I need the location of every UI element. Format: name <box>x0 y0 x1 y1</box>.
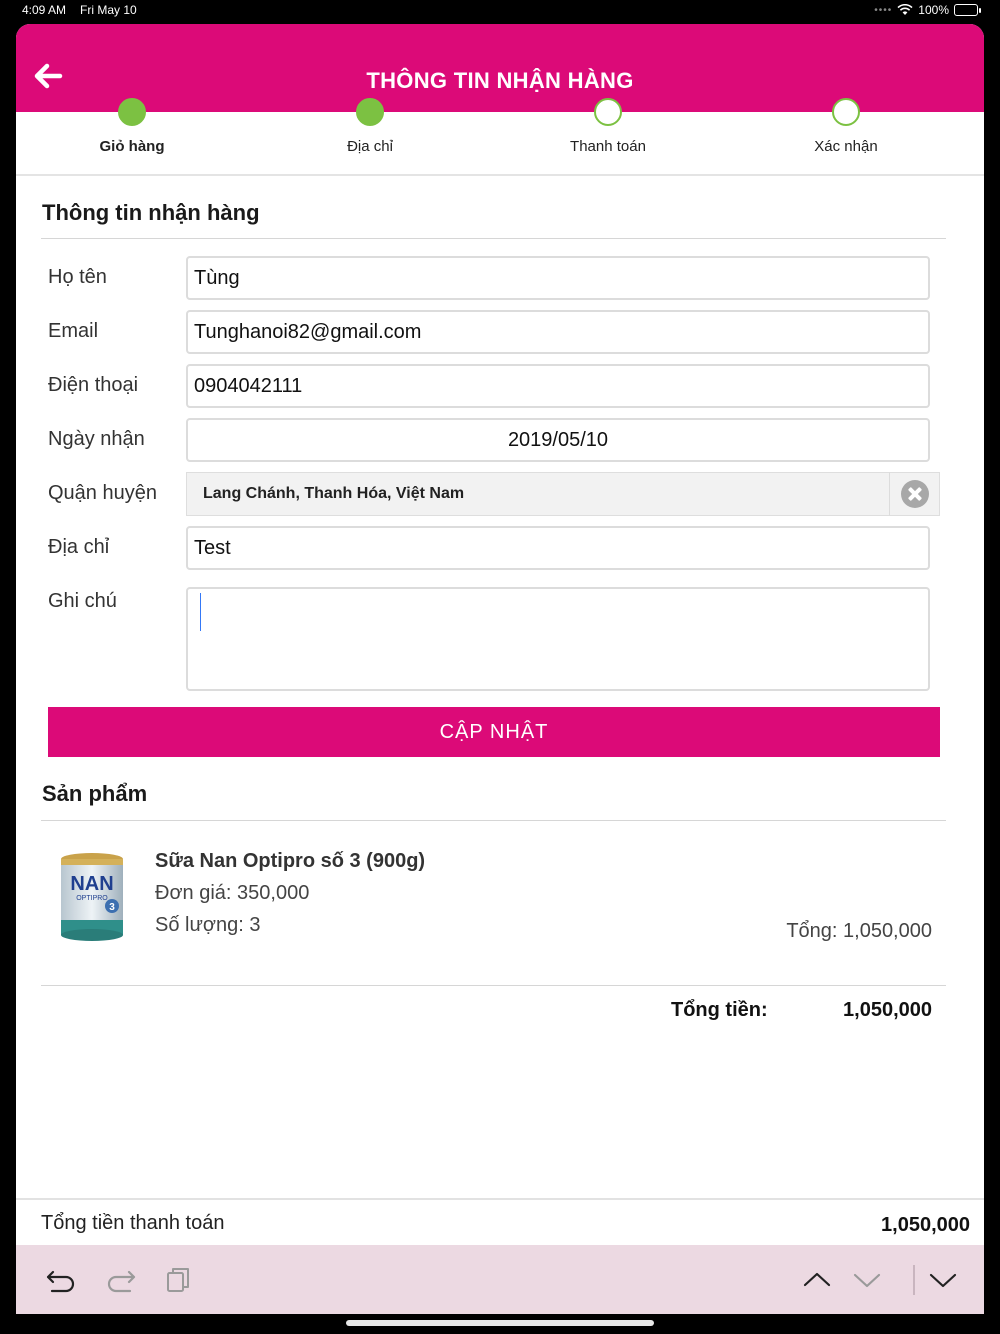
status-bar: 4:09 AM Fri May 10 •••• 100% <box>0 0 1000 22</box>
signal-dots-icon: •••• <box>874 4 893 16</box>
step-dot-icon <box>594 98 622 126</box>
update-button[interactable]: CẬP NHẬT <box>48 707 940 757</box>
phone-label: Điện thoại <box>48 374 139 396</box>
dismiss-keyboard-button[interactable] <box>926 1263 960 1297</box>
divider <box>41 238 946 239</box>
email-field[interactable]: Tunghanoi82@gmail.com <box>186 310 930 354</box>
step-dot-icon <box>356 98 384 126</box>
product-brand: NAN <box>70 873 113 895</box>
note-label: Ghi chú <box>48 590 117 612</box>
clear-icon <box>901 480 929 508</box>
toolbar-separator <box>913 1265 915 1295</box>
product-number: 3 <box>109 902 115 913</box>
chevron-up-icon <box>803 1272 831 1287</box>
email-label: Email <box>48 320 99 342</box>
product-price: Đơn giá: 350,000 <box>155 882 310 904</box>
order-total-value: 1,050,000 <box>843 999 932 1021</box>
address-label: Địa chỉ <box>48 536 110 558</box>
payment-total-bar: Tổng tiền thanh toán 1,050,000 <box>16 1198 984 1246</box>
status-time: 4:09 AM <box>22 3 67 17</box>
battery-percent: 100% <box>918 3 949 17</box>
dismiss-keyboard-icon <box>929 1273 957 1288</box>
name-label: Họ tên <box>48 266 107 288</box>
name-field[interactable]: Tùng <box>186 256 930 300</box>
date-label: Ngày nhận <box>48 428 145 450</box>
step-label: Xác nhận <box>814 138 878 155</box>
text-cursor <box>200 593 201 631</box>
status-date: Fri May 10 <box>80 3 137 17</box>
clear-district-button[interactable] <box>889 472 939 516</box>
redo-icon <box>107 1270 136 1293</box>
step-dot-icon <box>832 98 860 126</box>
payment-total-label: Tổng tiền thanh toán <box>41 1212 225 1234</box>
step-label: Thanh toán <box>570 138 646 155</box>
home-indicator[interactable] <box>346 1320 654 1326</box>
previous-field-button[interactable] <box>800 1263 834 1297</box>
divider <box>41 985 946 986</box>
battery-icon <box>954 4 981 16</box>
redo-button[interactable] <box>104 1263 138 1297</box>
note-textarea[interactable] <box>186 587 930 691</box>
district-value: Lang Chánh, Thanh Hóa, Việt Nam <box>203 485 465 502</box>
divider <box>41 820 946 821</box>
step-label: Giỏ hàng <box>99 138 165 155</box>
product-quantity: Số lượng: 3 <box>155 914 261 936</box>
order-total-label: Tổng tiền: <box>671 999 768 1021</box>
district-label: Quận huyện <box>48 482 157 504</box>
product-total: Tổng: 1,050,000 <box>786 920 932 942</box>
checkout-stepper: Giỏ hàng Địa chỉ Thanh toán Xác nhận <box>16 98 984 176</box>
address-field[interactable]: Test <box>186 526 930 570</box>
chevron-down-icon <box>853 1273 881 1288</box>
product-name: Sữa Nan Optipro số 3 (900g) <box>155 850 426 872</box>
step-dot-icon <box>118 98 146 126</box>
phone-field[interactable]: 0904042111 <box>186 364 930 408</box>
paste-icon <box>167 1268 189 1292</box>
date-field[interactable]: 2019/05/10 <box>186 418 930 462</box>
payment-total-value: 1,050,000 <box>881 1214 970 1236</box>
product-sub: OPTIPRO <box>76 895 108 902</box>
wifi-icon <box>897 4 913 15</box>
step-label: Địa chỉ <box>347 138 393 155</box>
products-section-title: Sản phẩm <box>42 781 148 806</box>
paste-button[interactable] <box>162 1263 196 1297</box>
app-screen: THÔNG TIN NHẬN HÀNG Giỏ hàng Địa chỉ Tha… <box>16 24 984 1314</box>
undo-button[interactable] <box>44 1263 78 1297</box>
status-right: •••• 100% <box>874 3 981 17</box>
form-section-title: Thông tin nhận hàng <box>42 200 260 225</box>
keyboard-toolbar <box>16 1245 984 1314</box>
page-title: THÔNG TIN NHẬN HÀNG <box>366 68 634 93</box>
district-select[interactable]: Lang Chánh, Thanh Hóa, Việt Nam <box>186 472 940 516</box>
next-field-button[interactable] <box>850 1263 884 1297</box>
undo-icon <box>46 1270 75 1293</box>
product-image: NAN OPTIPRO 3 <box>54 850 130 946</box>
